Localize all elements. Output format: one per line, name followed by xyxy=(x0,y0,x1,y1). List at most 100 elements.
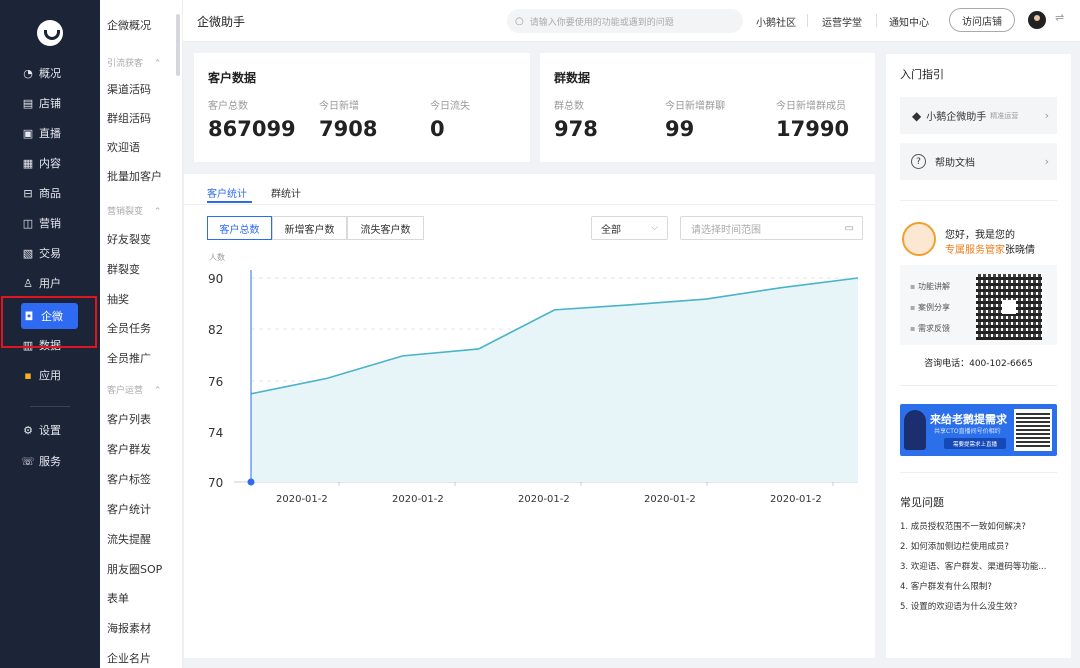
help-docs-label: 帮助文档 xyxy=(935,158,975,169)
sub-item[interactable]: 客户群发 xyxy=(107,441,151,457)
faq-item[interactable]: 5. 设置的欢迎语为什么没生效? xyxy=(900,600,1017,612)
marketing-icon: ◫ xyxy=(22,216,34,230)
feedback-banner[interactable]: 来给老鹅提需求 共享CTO直播间号价相约 需要提需求上直播 xyxy=(900,404,1057,456)
assistant-tag: 精准运营 xyxy=(990,111,1019,120)
nav-item-goods[interactable]: ⊟ 商品 xyxy=(20,180,96,206)
live-icon: ▣ xyxy=(22,126,34,140)
sub-item[interactable]: 好友裂变 xyxy=(107,231,151,247)
sub-menu: 企微概况 引流获客 ⌃ 渠道活码群组活码欢迎语批量加客户营销裂变 ⌃ 好友裂变群裂变… xyxy=(100,0,183,668)
sub-item-overview[interactable]: 企微概况 xyxy=(107,17,151,33)
sub-item[interactable]: 企业名片 xyxy=(107,650,151,666)
faq-item[interactable]: 1. 成员授权范围不一致如何解决? xyxy=(900,520,1026,532)
segment-new-customers[interactable]: 新增客户数 xyxy=(272,216,347,240)
nav-divider xyxy=(30,406,70,407)
switch-icon[interactable]: ⇌ xyxy=(1055,11,1064,24)
sub-item[interactable]: 全员推广 xyxy=(107,350,151,366)
tab-customer-stats[interactable]: 客户统计 xyxy=(207,185,247,200)
guide-title: 入门指引 xyxy=(900,68,944,81)
goose-icon: ◆ xyxy=(912,108,922,123)
manager-line: 专属服务管家张晓倩 xyxy=(945,241,1035,256)
manager-role: 专属服务管家 xyxy=(945,245,1005,256)
tab-group-stats[interactable]: 群统计 xyxy=(271,185,301,200)
y-tick-label: 74 xyxy=(208,426,223,440)
nav-item-live[interactable]: ▣ 直播 xyxy=(20,120,96,146)
sub-menu-scrollbar[interactable] xyxy=(176,14,180,76)
stat-label: 今日流失 xyxy=(430,101,470,112)
top-divider xyxy=(807,14,808,27)
nav-item-label: 商品 xyxy=(39,187,61,200)
link-community[interactable]: 小鹅社区 xyxy=(756,14,796,29)
sub-group-header[interactable]: 客户运营 ⌃ xyxy=(107,383,161,396)
search-icon: ○ xyxy=(515,15,524,27)
faq-item[interactable]: 2. 如何添加侧边栏使用成员? xyxy=(900,540,1009,552)
link-notifications[interactable]: 通知中心 xyxy=(889,14,929,29)
sub-item[interactable]: 海报素材 xyxy=(107,620,151,636)
consult-phone: 咨询电话：400-102-6665 xyxy=(924,359,1033,369)
assistant-entry[interactable]: ◆ 小鹅企微助手 精准运营 › xyxy=(900,97,1057,134)
link-academy[interactable]: 运营学堂 xyxy=(822,14,862,29)
hover-dot xyxy=(247,478,255,486)
customer-data-card: 客户数据 客户总数 867099 今日新增 7908 今日流失 0 xyxy=(194,53,530,162)
nav-item-label: 应用 xyxy=(39,369,61,382)
nav-item-service[interactable]: ☏ 服务 xyxy=(20,448,96,474)
search-input[interactable]: ○ 请输入你要使用的功能或遇到的问题 xyxy=(507,9,743,33)
faq-item[interactable]: 4. 客户群发有什么限制? xyxy=(900,580,992,592)
chevron-up-icon: ⌃ xyxy=(151,207,162,217)
sub-item[interactable]: 群裂变 xyxy=(107,261,140,277)
nav-item-user[interactable]: ♙ 用户 xyxy=(20,270,96,296)
sub-item[interactable]: 全员任务 xyxy=(107,320,151,336)
sub-item[interactable]: 欢迎语 xyxy=(107,139,140,155)
nav-item-content[interactable]: ▦ 内容 xyxy=(20,150,96,176)
segment-total-customers[interactable]: 客户总数 xyxy=(207,216,272,240)
bullet-label: 需求反馈 xyxy=(917,324,950,333)
faq-item[interactable]: 3. 欢迎语、客户群发、渠道码等功能... xyxy=(900,560,1046,572)
date-range-placeholder: 请选择时间范围 xyxy=(691,224,761,236)
sub-item[interactable]: 流失提醒 xyxy=(107,531,151,547)
stat-value: 99 xyxy=(665,117,695,141)
group-card-title: 群数据 xyxy=(554,71,591,85)
sub-item[interactable]: 群组活码 xyxy=(107,110,151,126)
x-tick-label: 2020-01-2 xyxy=(770,494,822,505)
nav-item-settings[interactable]: ⚙ 设置 xyxy=(20,417,96,443)
chevron-right-icon: › xyxy=(1044,155,1049,168)
x-tick-label: 2020-01-2 xyxy=(518,494,570,505)
service-icon: ☏ xyxy=(21,454,35,468)
sub-item[interactable]: 批量加客户 xyxy=(107,168,162,184)
sub-item[interactable]: 抽奖 xyxy=(107,291,129,307)
sub-item[interactable]: 客户列表 xyxy=(107,411,151,427)
manager-greeting: 您好，我是您的 xyxy=(945,230,1015,241)
help-docs-entry[interactable]: ? 帮助文档 › xyxy=(900,143,1057,180)
trade-icon: ▧ xyxy=(22,246,34,260)
sub-item[interactable]: 表单 xyxy=(107,590,129,606)
sub-item[interactable]: 朋友圈SOP xyxy=(107,561,162,577)
sub-group-header[interactable]: 引流获客 ⌃ xyxy=(107,56,161,69)
sub-item[interactable]: 渠道活码 xyxy=(107,81,151,97)
help-icon: ? xyxy=(911,154,926,169)
nav-item-label: 设置 xyxy=(39,424,61,437)
sub-item[interactable]: 客户标签 xyxy=(107,471,151,487)
customer-chart: 90 82 76 74 70 2020-01-2 2020-01-2 2020-01-2 202… xyxy=(208,270,859,505)
stat-value: 867099 xyxy=(208,117,296,141)
stats-card: 客户统计 群统计 客户总数 新增客户数 流失客户数 全部 ⌵ 请选择时间范围 ▭… xyxy=(184,174,875,658)
visit-store-button[interactable]: 访问店铺 xyxy=(949,8,1015,32)
chevron-up-icon: ⌃ xyxy=(151,59,162,69)
nav-item-marketing[interactable]: ◫ 营销 xyxy=(20,210,96,236)
nav-item-apps[interactable]: ▪ 应用 xyxy=(20,362,96,388)
stat-value: 0 xyxy=(430,117,445,141)
sub-group-header[interactable]: 营销裂变 ⌃ xyxy=(107,204,161,217)
character-icon xyxy=(904,410,926,450)
stat-value: 978 xyxy=(554,117,598,141)
date-range-input[interactable]: 请选择时间范围 ▭ xyxy=(680,216,863,240)
avatar[interactable] xyxy=(1028,11,1046,29)
scope-select[interactable]: 全部 ⌵ xyxy=(591,216,668,240)
segment-lost-customers[interactable]: 流失客户数 xyxy=(347,216,424,240)
bullet-case: ▪ 案例分享 xyxy=(910,302,950,313)
nav-item-store[interactable]: ▤ 店铺 xyxy=(20,90,96,116)
stat-label: 客户总数 xyxy=(208,101,248,112)
nav-item-pie-chart[interactable]: ◔ 概况 xyxy=(20,60,96,86)
sub-item[interactable]: 客户统计 xyxy=(107,501,151,517)
nav-item-trade[interactable]: ▧ 交易 xyxy=(20,240,96,266)
content-icon: ▦ xyxy=(22,156,34,170)
manager-avatar xyxy=(902,222,936,256)
app-logo-icon[interactable] xyxy=(37,20,63,46)
